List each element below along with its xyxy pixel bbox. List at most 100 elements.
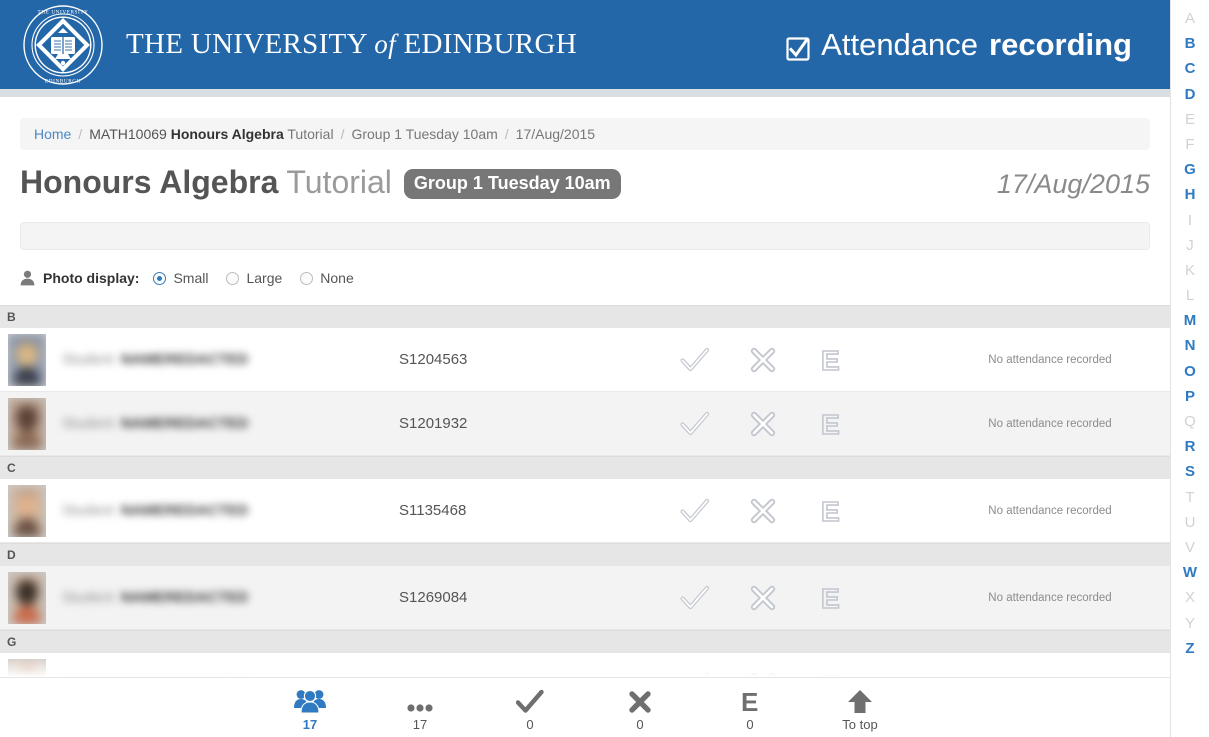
section-header-c: C (0, 456, 1170, 479)
section-header-d: D (0, 543, 1170, 566)
table-row[interactable]: StudentNAMEREDACTEDS1201932ENo attendanc… (0, 392, 1170, 456)
svg-text:E: E (821, 410, 840, 438)
absent-cross-icon[interactable] (748, 409, 778, 439)
alpha-index-letter-l: L (1171, 283, 1209, 308)
svg-text:E: E (821, 497, 840, 525)
arrow-up-icon (847, 684, 873, 714)
ellipsis-dots-icon (405, 684, 435, 714)
alpha-index-letter-s[interactable]: S (1171, 459, 1209, 484)
app-name-light: Attendance (821, 27, 978, 63)
wordmark-pre: THE UNIVERSITY (126, 28, 367, 60)
summary-count: 0 (746, 717, 753, 732)
person-icon (20, 270, 35, 286)
alpha-index-letter-m[interactable]: M (1171, 308, 1209, 333)
student-name: StudentNAMEREDACTED (62, 502, 332, 519)
student-uun: S1269084 (399, 589, 467, 606)
summary-count: 0 (526, 717, 533, 732)
alpha-index-letter-t: T (1171, 485, 1209, 510)
attendance-actions: E (680, 496, 846, 526)
student-uun: S1135468 (399, 502, 466, 519)
absent-cross-icon[interactable] (748, 583, 778, 613)
present-check-icon[interactable] (680, 409, 710, 439)
alpha-index-letter-n[interactable]: N (1171, 333, 1209, 358)
attendance-actions: E (680, 409, 846, 439)
alpha-index-letter-p[interactable]: P (1171, 384, 1209, 409)
alpha-index-letter-d[interactable]: D (1171, 82, 1209, 107)
excused-e-icon[interactable]: E (816, 496, 846, 526)
photo-display-option-none-label: None (320, 270, 353, 286)
attendance-recording-page: THE UNIVERSITY EDINBURGH THE UNIVERSITY … (0, 0, 1209, 737)
excused-e-icon[interactable]: E (816, 583, 846, 613)
present-check-icon[interactable] (680, 345, 710, 375)
avatar (8, 398, 46, 450)
alpha-index-letter-x: X (1171, 585, 1209, 610)
table-row[interactable]: StudentNAMEREDACTEDS1204563ENo attendanc… (0, 328, 1170, 392)
student-name: StudentNAMEREDACTED (62, 351, 332, 368)
section-header-b: B (0, 305, 1170, 328)
student-uun: S1201932 (399, 415, 467, 432)
summary-excused-e[interactable]: E0 (723, 684, 777, 732)
svg-text:E: E (741, 688, 758, 714)
to-top-label: To top (842, 717, 877, 732)
summary-ellipsis-dots[interactable]: 17 (393, 684, 447, 732)
photo-display-option-small-label: Small (173, 270, 208, 286)
photo-display-option-small[interactable]: Small (153, 270, 208, 286)
present-check-icon[interactable] (680, 496, 710, 526)
alpha-index-letter-y: Y (1171, 611, 1209, 636)
to-top-button[interactable]: To top (833, 684, 887, 732)
breadcrumb-course-name: Honours Algebra (171, 126, 284, 142)
summary-count: 0 (636, 717, 643, 732)
avatar (8, 334, 46, 386)
summary-group-people[interactable]: 17 (283, 684, 337, 732)
student-roster: BStudentNAMEREDACTEDS1204563ENo attendan… (0, 305, 1170, 717)
summary-count: 17 (413, 717, 427, 732)
photo-display-option-large-label: Large (246, 270, 282, 286)
section-header-g: G (0, 630, 1170, 653)
alpha-index-letter-j: J (1171, 233, 1209, 258)
group-people-icon (294, 684, 326, 714)
breadcrumb-course-code: MATH10069 (89, 126, 167, 142)
attendance-status-text: No attendance recorded (940, 418, 1160, 430)
photo-display-option-none[interactable]: None (300, 270, 353, 286)
student-name: StudentNAMEREDACTED (62, 589, 332, 606)
svg-text:THE UNIVERSITY: THE UNIVERSITY (38, 9, 89, 15)
table-row[interactable]: StudentNAMEREDACTEDS1135468ENo attendanc… (0, 479, 1170, 543)
header-underline (0, 89, 1170, 97)
alpha-index-letter-b[interactable]: B (1171, 31, 1209, 56)
alpha-index-letter-c[interactable]: C (1171, 56, 1209, 81)
breadcrumb-home-link[interactable]: Home (34, 126, 71, 142)
excused-e-icon[interactable]: E (816, 345, 846, 375)
svg-text:E: E (821, 584, 840, 612)
alpha-index-letter-f: F (1171, 132, 1209, 157)
app-name-bold: recording (989, 27, 1132, 63)
excused-e-icon: E (740, 684, 760, 714)
alphabet-index: ABCDEFGHIJKLMNOPQRSTUVWXYZ (1170, 0, 1209, 737)
attendance-status-text: No attendance recorded (940, 354, 1160, 366)
excused-e-icon[interactable]: E (816, 409, 846, 439)
photo-display-option-large[interactable]: Large (226, 270, 282, 286)
alpha-index-letter-z[interactable]: Z (1171, 636, 1209, 661)
table-row[interactable]: StudentNAMEREDACTEDS1269084ENo attendanc… (0, 566, 1170, 630)
present-check-icon[interactable] (680, 583, 710, 613)
alpha-index-letter-h[interactable]: H (1171, 182, 1209, 207)
alpha-index-letter-q: Q (1171, 409, 1209, 434)
absent-cross-icon[interactable] (748, 496, 778, 526)
breadcrumb-course[interactable]: MATH10069 Honours Algebra Tutorial (89, 126, 333, 142)
wordmark-post: EDINBURGH (403, 28, 576, 60)
notice-panel (20, 222, 1150, 250)
avatar (8, 572, 46, 624)
summary-check[interactable]: 0 (503, 684, 557, 732)
alpha-index-letter-a: A (1171, 6, 1209, 31)
alpha-index-letter-o[interactable]: O (1171, 359, 1209, 384)
alpha-index-letter-r[interactable]: R (1171, 434, 1209, 459)
site-header: THE UNIVERSITY EDINBURGH THE UNIVERSITY … (0, 0, 1170, 89)
breadcrumb-group[interactable]: Group 1 Tuesday 10am (351, 126, 497, 142)
absent-cross-icon[interactable] (748, 345, 778, 375)
alpha-index-letter-g[interactable]: G (1171, 157, 1209, 182)
university-crest-icon: THE UNIVERSITY EDINBURGH (22, 4, 104, 86)
alpha-index-letter-w[interactable]: W (1171, 560, 1209, 585)
title-row: Honours AlgebraTutorial Group 1 Tuesday … (20, 164, 1150, 206)
summary-cross[interactable]: 0 (613, 684, 667, 732)
breadcrumb-course-type: Tutorial (287, 126, 333, 142)
radio-dot-large (226, 272, 239, 285)
